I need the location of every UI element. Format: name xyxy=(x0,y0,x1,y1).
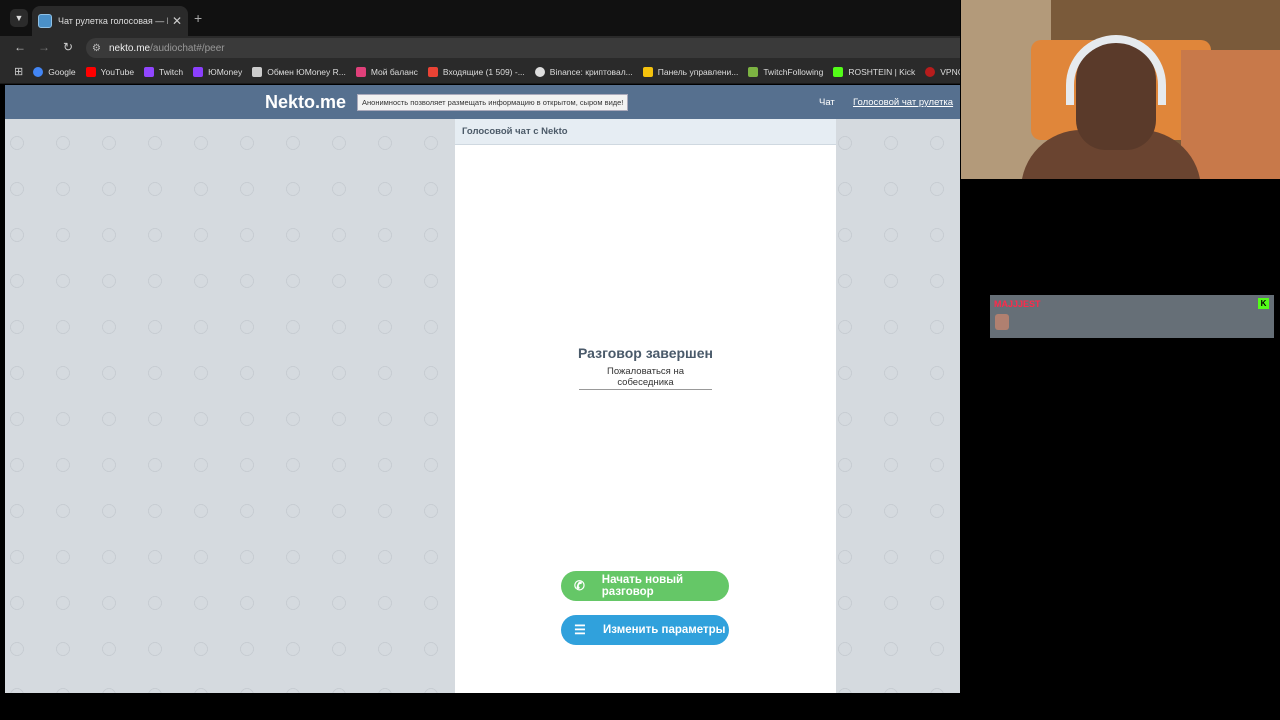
bookmark-gmail[interactable]: Входящие (1 509) -... xyxy=(427,66,525,77)
bookmark-label: Мой баланс xyxy=(370,66,418,77)
bookmark-twitch[interactable]: Twitch xyxy=(144,66,184,77)
bookmark-label: ЮMoney xyxy=(208,66,243,77)
bookmark-label: Обмен ЮMoney R... xyxy=(267,66,346,77)
address-bar[interactable]: ⚙ nekto.me/audiochat#/peer xyxy=(86,38,960,58)
bookmark-label: TwitchFollowing xyxy=(763,66,824,77)
voice-chat-panel: Голосовой чат с Nekto Разговор завершен … xyxy=(455,119,836,693)
tab-strip: ▼ Чат рулетка голосовая — Nek ✕ + xyxy=(0,0,960,36)
bookmark-label: Binance: криптовал... xyxy=(549,66,633,77)
conversation-status: Разговор завершен xyxy=(578,345,713,361)
twitchfollowing-icon xyxy=(748,66,759,77)
cam-couch xyxy=(1181,50,1280,179)
url-host: nekto.me xyxy=(108,42,151,54)
vpngame-icon xyxy=(925,66,936,77)
nekto-favicon-icon xyxy=(38,14,52,28)
bookmark-youtube[interactable]: YouTube xyxy=(85,66,135,77)
yumoney-icon xyxy=(193,66,204,77)
twitch-icon xyxy=(144,66,155,77)
bookmark-label: ROSHTEIN | Kick xyxy=(848,66,916,77)
bookmark-twitchfollowing[interactable]: TwitchFollowing xyxy=(748,66,824,77)
site-info-icon[interactable]: ⚙ xyxy=(92,43,101,54)
site-motto: Анонимность позволяет размещать информац… xyxy=(357,94,629,111)
tab-title: Чат рулетка голосовая — Nek xyxy=(58,16,168,26)
bookmark-label: YouTube xyxy=(100,66,135,77)
reload-icon[interactable]: ↻ xyxy=(60,40,76,54)
site-header: Nekto.me Анонимность позволяет размещать… xyxy=(5,85,960,119)
bookmark-label: Twitch xyxy=(159,66,184,77)
bookmark-label: Панель управлени... xyxy=(657,66,739,77)
start-new-conversation-button[interactable]: ✆ Начать новый разговор xyxy=(561,571,729,601)
webcam-overlay xyxy=(961,0,1280,179)
bookmark-exchange[interactable]: Обмен ЮMoney R... xyxy=(252,66,346,77)
site-logo[interactable]: Nekto.me xyxy=(265,92,346,113)
list-icon: ☰ xyxy=(574,622,586,637)
exchange-icon xyxy=(252,66,263,77)
bookmark-panel[interactable]: Панель управлени... xyxy=(642,66,739,77)
url-path: /audiochat#/peer xyxy=(150,42,225,54)
bookmark-vpngame[interactable]: VPNGame xyxy=(925,66,960,77)
balance-icon xyxy=(355,66,366,77)
change-params-label: Изменить параметры xyxy=(603,624,726,636)
bookmarks-bar: ⊞ Google YouTube Twitch ЮMoney Обмен ЮMo… xyxy=(0,60,960,84)
globe-icon xyxy=(534,66,545,77)
chat-avatar xyxy=(995,314,1009,330)
apps-icon[interactable]: ⊞ xyxy=(14,65,23,78)
bookmark-label: Входящие (1 509) -... xyxy=(442,66,525,77)
gmail-icon xyxy=(427,66,438,77)
new-tab-icon[interactable]: + xyxy=(194,10,202,26)
kick-icon xyxy=(833,66,844,77)
browser-toolbar: ← → ↻ ⚙ nekto.me/audiochat#/peer xyxy=(0,36,960,60)
nav-voice-chat-link[interactable]: Голосовой чат рулетка xyxy=(853,97,953,108)
kick-icon: K xyxy=(1258,298,1269,309)
panel-title: Голосовой чат с Nekto xyxy=(455,119,836,145)
bookmark-label: VPNGame xyxy=(940,66,960,77)
bookmark-google[interactable]: Google xyxy=(33,66,76,77)
bookmark-balance[interactable]: Мой баланс xyxy=(355,66,418,77)
back-icon[interactable]: ← xyxy=(12,40,28,54)
bookmark-yumoney[interactable]: ЮMoney xyxy=(193,66,243,77)
forward-icon[interactable]: → xyxy=(36,40,52,54)
change-parameters-button[interactable]: ☰ Изменить параметры xyxy=(561,615,729,645)
youtube-icon xyxy=(85,66,96,77)
bookmark-label: Google xyxy=(48,66,76,77)
phone-icon: ✆ xyxy=(573,578,585,593)
browser-tab-active[interactable]: Чат рулетка голосовая — Nek ✕ xyxy=(32,6,188,36)
google-icon xyxy=(33,66,44,77)
report-partner-link[interactable]: Пожаловаться на собеседника xyxy=(579,366,712,390)
panel-icon xyxy=(642,66,653,77)
web-page: Nekto.me Анонимность позволяет размещать… xyxy=(5,85,960,693)
chat-username: MAJJJEST xyxy=(994,299,1041,309)
bookmark-kick[interactable]: ROSHTEIN | Kick xyxy=(833,66,916,77)
nav-chat-link[interactable]: Чат xyxy=(819,97,835,108)
tab-close-icon[interactable]: ✕ xyxy=(172,14,182,28)
start-new-label: Начать новый разговор xyxy=(601,574,684,598)
stream-chat-widget: MAJJJEST K xyxy=(990,295,1274,338)
screen: ▼ Чат рулетка голосовая — Nek ✕ + ← → ↻ … xyxy=(0,0,1280,720)
tab-search-icon[interactable]: ▼ xyxy=(10,9,28,27)
bookmark-binance[interactable]: Binance: криптовал... xyxy=(534,66,633,77)
